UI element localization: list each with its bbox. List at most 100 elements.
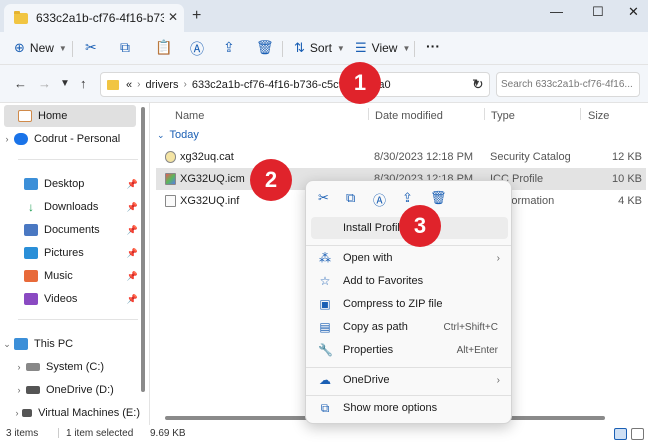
sort-button[interactable]: ⇅ Sort ▼: [294, 40, 345, 56]
desktop-icon: [24, 178, 38, 190]
file-size: 10 KB: [612, 173, 642, 185]
music-icon: [24, 270, 38, 282]
copy-icon[interactable]: ⧉: [120, 39, 130, 56]
expand-chevron-icon[interactable]: ›: [12, 362, 26, 372]
menu-item-label: OneDrive: [343, 374, 390, 386]
back-arrow-icon[interactable]: ←: [14, 76, 27, 91]
item-count: 3 items: [6, 428, 39, 439]
view-button[interactable]: ☰ View ▼: [355, 40, 410, 56]
sidebar-item-onedrive-drive[interactable]: › OneDrive (D:): [0, 379, 140, 401]
apps-icon: ⁂: [319, 251, 331, 265]
menu-item-compress-zip[interactable]: ▣ Compress to ZIP file: [311, 293, 508, 315]
sidebar-item-home[interactable]: Home: [4, 105, 136, 127]
menu-item-copy-as-path[interactable]: ▤ Copy as path Ctrl+Shift+C: [311, 316, 508, 338]
sidebar-item-label: Codrut - Personal: [34, 133, 121, 145]
breadcrumb-overflow[interactable]: «: [126, 79, 132, 91]
menu-item-label: Add to Favorites: [343, 275, 424, 287]
pin-icon[interactable]: 📌: [127, 271, 138, 282]
up-arrow-icon[interactable]: ↑: [80, 76, 87, 91]
menu-item-open-with[interactable]: ⁂ Open with ›: [311, 247, 508, 269]
file-size: 4 KB: [618, 195, 642, 207]
sidebar-item-downloads[interactable]: ↓ Downloads 📌: [0, 196, 140, 218]
pin-icon[interactable]: 📌: [127, 179, 138, 190]
expand-chevron-icon[interactable]: ›: [12, 408, 22, 418]
tab-current[interactable]: 633c2a1b-cf76-4f16-b736-c5c ✕: [4, 4, 184, 32]
file-row[interactable]: xg32uq.cat 8/30/2023 12:18 PM Security C…: [156, 146, 646, 168]
column-header-date[interactable]: Date modified: [375, 110, 443, 122]
menu-item-label: Properties: [343, 344, 394, 356]
minimize-button[interactable]: —: [550, 4, 563, 19]
tab-close-icon[interactable]: ✕: [168, 10, 178, 24]
file-size: 12 KB: [612, 151, 642, 163]
collapse-chevron-icon[interactable]: ⌄: [0, 339, 14, 350]
share-icon[interactable]: ⇪: [223, 39, 235, 56]
pin-icon[interactable]: 📌: [127, 294, 138, 305]
chevron-right-icon: ›: [496, 252, 500, 264]
sidebar-item-vm-drive[interactable]: › Virtual Machines (E:): [0, 402, 140, 424]
pin-icon[interactable]: 📌: [127, 202, 138, 213]
rename-icon[interactable]: Ⓐ: [373, 190, 386, 209]
group-header-today[interactable]: ⌄ Today: [157, 129, 199, 141]
cut-icon[interactable]: ✂: [85, 39, 97, 56]
sidebar-scrollbar[interactable]: [141, 107, 145, 392]
sidebar-item-documents[interactable]: Documents 📌: [0, 219, 140, 241]
cut-icon[interactable]: ✂: [318, 190, 329, 206]
delete-icon[interactable]: 🗑: [256, 39, 274, 56]
divider: [72, 41, 73, 57]
delete-icon[interactable]: 🗑: [430, 190, 447, 206]
drive-icon: [26, 363, 40, 371]
column-header-name[interactable]: Name: [175, 110, 204, 122]
search-input[interactable]: Search 633c2a1b-cf76-4f16...: [496, 72, 640, 97]
sidebar-item-desktop[interactable]: Desktop 📌: [0, 173, 140, 195]
sidebar-item-pictures[interactable]: Pictures 📌: [0, 242, 140, 264]
more-options-button[interactable]: ···: [426, 38, 440, 54]
pictures-icon: [24, 247, 38, 259]
maximize-button[interactable]: ☐: [592, 4, 604, 20]
file-name: XG32UQ.icm: [180, 173, 245, 185]
share-icon[interactable]: ⇪: [402, 190, 413, 206]
address-bar[interactable]: « › drivers › 633c2a1b-cf76-4f16-b736-c5…: [100, 72, 490, 97]
details-view-icon[interactable]: [614, 428, 627, 440]
sidebar-item-system-drive[interactable]: › System (C:): [0, 356, 140, 378]
new-button[interactable]: ⊕ New ▼: [14, 40, 67, 56]
copy-icon[interactable]: ⧉: [346, 190, 355, 206]
sidebar-item-label: System (C:): [46, 361, 105, 373]
column-divider[interactable]: [484, 108, 485, 120]
forward-arrow-icon[interactable]: →: [38, 76, 51, 91]
column-divider[interactable]: [580, 108, 581, 120]
close-window-button[interactable]: ✕: [628, 4, 639, 20]
divider: [306, 245, 511, 246]
tiles-view-icon[interactable]: [631, 428, 644, 440]
chevron-down-icon: ▼: [58, 43, 67, 53]
pin-icon[interactable]: 📌: [127, 225, 138, 236]
sidebar-item-videos[interactable]: Videos 📌: [0, 288, 140, 310]
menu-item-properties[interactable]: 🔧 Properties Alt+Enter: [311, 339, 508, 361]
breadcrumb-drivers[interactable]: drivers: [145, 79, 178, 91]
expand-chevron-icon[interactable]: ›: [12, 385, 26, 395]
sidebar-item-this-pc[interactable]: ⌄ This PC: [0, 333, 140, 355]
sidebar-item-label: Music: [44, 270, 73, 282]
collapse-chevron-icon: ⌄: [157, 129, 165, 140]
menu-item-label: Install Profile: [343, 222, 406, 234]
selection-size: 9.69 KB: [150, 428, 186, 439]
pin-icon[interactable]: 📌: [127, 248, 138, 259]
new-button-label: New: [29, 41, 54, 55]
column-divider[interactable]: [368, 108, 369, 120]
rename-icon[interactable]: Ⓐ: [190, 39, 204, 59]
new-tab-button[interactable]: +: [192, 7, 201, 25]
paste-icon[interactable]: 📋: [155, 39, 172, 56]
column-header-type[interactable]: Type: [491, 110, 515, 122]
menu-item-show-more-options[interactable]: ⧉ Show more options: [311, 397, 508, 419]
sidebar-item-onedrive[interactable]: › Codrut - Personal: [0, 128, 140, 150]
expand-chevron-icon[interactable]: ›: [0, 134, 14, 144]
sidebar-item-music[interactable]: Music 📌: [0, 265, 140, 287]
home-icon: [18, 110, 32, 122]
documents-icon: [24, 224, 38, 236]
title-bar: 633c2a1b-cf76-4f16-b736-c5c ✕ + — ☐ ✕: [0, 0, 648, 32]
menu-item-add-to-favorites[interactable]: ☆ Add to Favorites: [311, 270, 508, 292]
column-header-size[interactable]: Size: [588, 110, 609, 122]
sidebar-item-label: OneDrive (D:): [46, 384, 114, 396]
menu-item-onedrive[interactable]: ☁ OneDrive ›: [311, 369, 508, 391]
refresh-icon[interactable]: ↻: [472, 76, 484, 93]
recent-chevron-icon[interactable]: ▼: [60, 78, 70, 89]
